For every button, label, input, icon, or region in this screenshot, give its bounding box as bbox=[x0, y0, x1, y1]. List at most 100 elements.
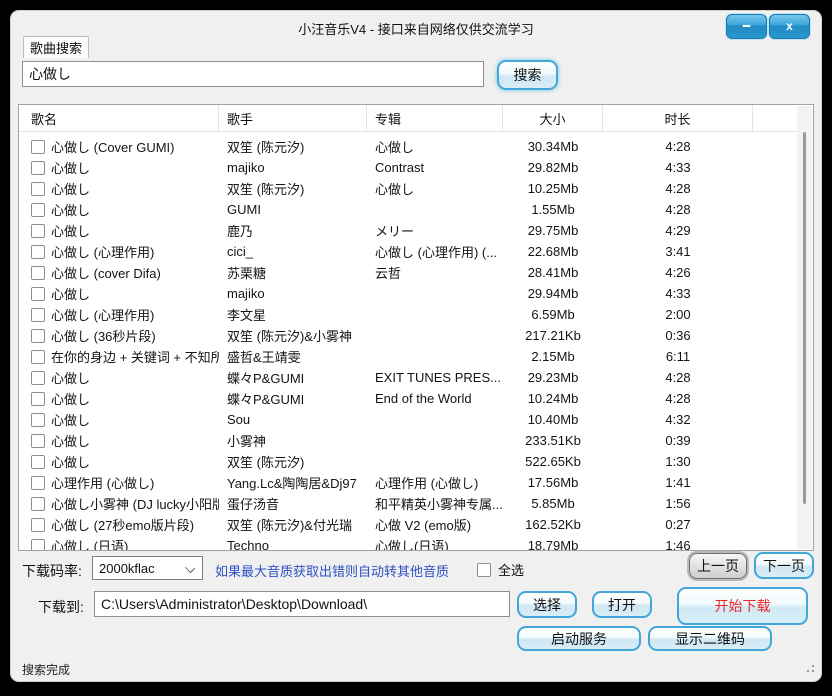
size-cell: 30.34Mb bbox=[503, 139, 603, 154]
song-name-cell: 心做し小雾神 (DJ lucky小阳版) bbox=[19, 494, 219, 513]
song-name: 心做し (36秒片段) bbox=[51, 326, 156, 345]
song-name: 心做し (cover Difa) bbox=[51, 263, 161, 282]
row-checkbox[interactable] bbox=[31, 476, 45, 490]
table-row[interactable]: 心做しSou10.40Mb4:32 bbox=[19, 409, 813, 430]
row-checkbox[interactable] bbox=[31, 224, 45, 238]
start-service-button[interactable]: 启动服务 bbox=[517, 626, 641, 651]
table-row[interactable]: 心做し蝶々P&GUMIEnd of the World10.24Mb4:28 bbox=[19, 388, 813, 409]
scrollbar-thumb[interactable] bbox=[803, 132, 806, 504]
size-cell: 5.85Mb bbox=[503, 496, 603, 511]
table-row[interactable]: 心做し双笙 (陈元汐)522.65Kb1:30 bbox=[19, 451, 813, 472]
download-path-input[interactable] bbox=[94, 591, 510, 617]
size-cell: 28.41Mb bbox=[503, 265, 603, 280]
table-row[interactable]: 心做し小雾神 (DJ lucky小阳版)蛋仔汤音和平精英小雾神专属...5.85… bbox=[19, 493, 813, 514]
row-checkbox[interactable] bbox=[31, 245, 45, 259]
song-name: 心做し (心理作用) bbox=[51, 305, 154, 324]
song-name-cell: 心做し (心理作用) bbox=[19, 305, 219, 324]
row-checkbox[interactable] bbox=[31, 140, 45, 154]
row-checkbox[interactable] bbox=[31, 308, 45, 322]
row-checkbox[interactable] bbox=[31, 182, 45, 196]
artist-cell: 蝶々P&GUMI bbox=[219, 389, 367, 408]
header-artist[interactable]: 歌手 bbox=[219, 105, 367, 131]
artist-cell: 双笙 (陈元汐)&付光瑞 bbox=[219, 515, 367, 534]
duration-cell: 4:33 bbox=[603, 286, 753, 301]
choose-folder-button[interactable]: 选择 bbox=[517, 591, 577, 618]
duration-cell: 4:26 bbox=[603, 265, 753, 280]
row-checkbox[interactable] bbox=[31, 434, 45, 448]
titlebar[interactable]: 小汪音乐V4 - 接口来自网络仅供交流学习 ━ x bbox=[10, 10, 822, 44]
song-name: 心做し bbox=[51, 410, 90, 429]
song-name: 心理作用 (心做し) bbox=[51, 473, 154, 492]
album-cell: 心做し bbox=[367, 179, 503, 198]
row-checkbox[interactable] bbox=[31, 497, 45, 511]
select-all-label: 全选 bbox=[498, 560, 524, 579]
row-checkbox[interactable] bbox=[31, 329, 45, 343]
size-cell: 17.56Mb bbox=[503, 475, 603, 490]
table-row[interactable]: 心做し蝶々P&GUMIEXIT TUNES PRES...29.23Mb4:28 bbox=[19, 367, 813, 388]
table-row[interactable]: 心做し (心理作用)cici_心做し (心理作用) (...22.68Mb3:4… bbox=[19, 241, 813, 262]
song-name: 心做し bbox=[51, 221, 90, 240]
header-size[interactable]: 大小 bbox=[503, 105, 603, 131]
song-name: 心做し bbox=[51, 431, 90, 450]
row-checkbox[interactable] bbox=[31, 539, 45, 552]
open-folder-button[interactable]: 打开 bbox=[592, 591, 652, 618]
duration-cell: 2:00 bbox=[603, 307, 753, 322]
table-row[interactable]: 心做し鹿乃メリー29.75Mb4:29 bbox=[19, 220, 813, 241]
size-cell: 10.25Mb bbox=[503, 181, 603, 196]
artist-cell: Sou bbox=[219, 412, 367, 427]
row-checkbox[interactable] bbox=[31, 392, 45, 406]
duration-cell: 4:28 bbox=[603, 139, 753, 154]
table-row[interactable]: 心做し (27秒emo版片段)双笙 (陈元汐)&付光瑞心做 V2 (emo版)1… bbox=[19, 514, 813, 535]
artist-cell: majiko bbox=[219, 286, 367, 301]
row-checkbox[interactable] bbox=[31, 266, 45, 280]
artist-cell: 双笙 (陈元汐)&小雾神 bbox=[219, 326, 367, 345]
table-row[interactable]: 心做し双笙 (陈元汐)心做し10.25Mb4:28 bbox=[19, 178, 813, 199]
start-download-button[interactable]: 开始下载 bbox=[677, 587, 808, 625]
table-row[interactable]: 心做し (Cover GUMI)双笙 (陈元汐)心做し30.34Mb4:28 bbox=[19, 136, 813, 157]
table-row[interactable]: 心做し小雾神233.51Kb0:39 bbox=[19, 430, 813, 451]
duration-cell: 4:28 bbox=[603, 202, 753, 217]
resize-grip[interactable] bbox=[804, 662, 814, 672]
table-row[interactable]: 心做し (日语)Techno心做し(日语)18.79Mb1:46 bbox=[19, 535, 813, 551]
row-checkbox[interactable] bbox=[31, 518, 45, 532]
table-row[interactable]: 心做しmajiko29.94Mb4:33 bbox=[19, 283, 813, 304]
table-row[interactable]: 心做し (36秒片段)双笙 (陈元汐)&小雾神217.21Kb0:36 bbox=[19, 325, 813, 346]
vertical-scrollbar[interactable] bbox=[797, 106, 812, 549]
song-name-cell: 心做し bbox=[19, 284, 219, 303]
song-name-cell: 心做し bbox=[19, 431, 219, 450]
header-album[interactable]: 专辑 bbox=[367, 105, 503, 131]
row-checkbox[interactable] bbox=[31, 371, 45, 385]
search-button[interactable]: 搜索 bbox=[497, 60, 558, 90]
album-cell: 云哲 bbox=[367, 263, 503, 282]
close-button[interactable]: x bbox=[769, 14, 810, 39]
table-row[interactable]: 心理作用 (心做し)Yang.Lc&陶陶居&Dj97心理作用 (心做し)17.5… bbox=[19, 472, 813, 493]
song-name: 在你的身边 + 关键词 + 不知所... bbox=[51, 347, 219, 366]
duration-cell: 4:33 bbox=[603, 160, 753, 175]
show-qr-button[interactable]: 显示二维码 bbox=[648, 626, 772, 651]
table-row[interactable]: 心做し (心理作用)李文星6.59Mb2:00 bbox=[19, 304, 813, 325]
row-checkbox[interactable] bbox=[31, 350, 45, 364]
row-checkbox[interactable] bbox=[31, 203, 45, 217]
duration-cell: 1:41 bbox=[603, 475, 753, 490]
artist-cell: 蛋仔汤音 bbox=[219, 494, 367, 513]
header-song-name[interactable]: 歌名 bbox=[19, 105, 219, 131]
size-cell: 10.40Mb bbox=[503, 412, 603, 427]
size-cell: 6.59Mb bbox=[503, 307, 603, 322]
bitrate-select[interactable]: 2000kflac bbox=[92, 556, 203, 580]
row-checkbox[interactable] bbox=[31, 287, 45, 301]
duration-cell: 1:30 bbox=[603, 454, 753, 469]
table-row[interactable]: 在你的身边 + 关键词 + 不知所...盛哲&王靖雯2.15Mb6:11 bbox=[19, 346, 813, 367]
row-checkbox[interactable] bbox=[31, 413, 45, 427]
table-row[interactable]: 心做しGUMI1.55Mb4:28 bbox=[19, 199, 813, 220]
table-row[interactable]: 心做しmajikoContrast29.82Mb4:33 bbox=[19, 157, 813, 178]
tab-song-search[interactable]: 歌曲搜索 bbox=[23, 36, 89, 58]
header-duration[interactable]: 时长 bbox=[603, 105, 753, 131]
prev-page-button[interactable]: 上一页 bbox=[689, 553, 747, 579]
minimize-button[interactable]: ━ bbox=[726, 14, 767, 39]
search-input[interactable] bbox=[22, 61, 484, 87]
table-row[interactable]: 心做し (cover Difa)苏栗糖云哲28.41Mb4:26 bbox=[19, 262, 813, 283]
row-checkbox[interactable] bbox=[31, 455, 45, 469]
row-checkbox[interactable] bbox=[31, 161, 45, 175]
select-all-checkbox[interactable] bbox=[477, 563, 491, 577]
next-page-button[interactable]: 下一页 bbox=[754, 552, 814, 579]
